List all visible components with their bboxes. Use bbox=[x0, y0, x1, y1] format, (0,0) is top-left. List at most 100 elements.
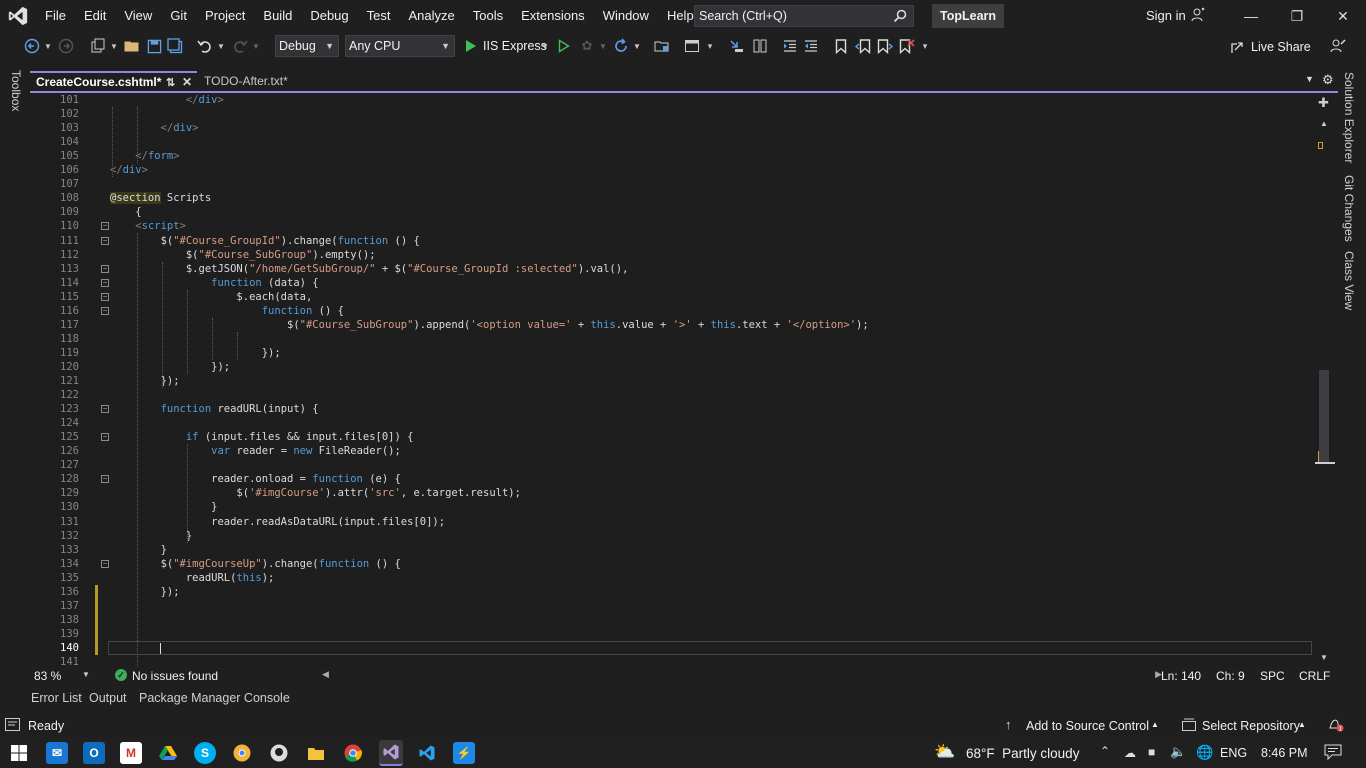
code-line[interactable]: function (data) { bbox=[110, 276, 318, 290]
gmail-app-icon[interactable]: M bbox=[120, 742, 142, 764]
line-indicator[interactable]: Ln: 140 bbox=[1161, 669, 1201, 683]
code-line[interactable]: }); bbox=[110, 374, 180, 388]
menu-extensions[interactable]: Extensions bbox=[512, 0, 594, 32]
undo-icon[interactable] bbox=[195, 36, 215, 56]
start-debugging-icon[interactable] bbox=[462, 36, 480, 56]
menu-analyze[interactable]: Analyze bbox=[399, 0, 463, 32]
gear-icon[interactable]: ⚙ bbox=[1322, 72, 1334, 88]
code-line[interactable]: function readURL(input) { bbox=[110, 402, 319, 416]
onedrive-cloud-icon[interactable]: ☁ bbox=[1124, 746, 1136, 760]
toggle-bookmark-icon[interactable] bbox=[831, 36, 851, 56]
minimize-button[interactable]: — bbox=[1228, 0, 1274, 32]
open-folder-icon[interactable] bbox=[122, 36, 142, 56]
visual-studio-taskbar-icon[interactable] bbox=[379, 740, 403, 766]
collapse-outline-icon[interactable]: − bbox=[101, 264, 109, 273]
tab-todo-after[interactable]: TODO-After.txt* bbox=[198, 71, 318, 91]
bolt-app-icon[interactable]: ⚡ bbox=[453, 742, 475, 764]
outlook-app-icon[interactable]: O bbox=[83, 742, 105, 764]
code-line[interactable]: } bbox=[110, 529, 192, 543]
scroll-left-icon[interactable]: ◀ bbox=[322, 669, 329, 680]
code-line[interactable]: $.each(data, bbox=[110, 290, 312, 304]
code-line[interactable]: { bbox=[110, 205, 141, 219]
navigate-back-icon[interactable] bbox=[22, 36, 42, 56]
code-line[interactable]: </div> bbox=[110, 163, 148, 177]
menu-tools[interactable]: Tools bbox=[464, 0, 512, 32]
weather-text[interactable]: 68°F Partly cloudy bbox=[966, 746, 1079, 761]
solution-explorer-tab[interactable]: Solution Explorer bbox=[1342, 72, 1356, 163]
collapse-outline-icon[interactable]: − bbox=[101, 559, 109, 568]
code-line[interactable]: $("#Course_GroupId").change(function () … bbox=[110, 234, 420, 248]
code-line[interactable]: if (input.files && input.files[0]) { bbox=[110, 430, 414, 444]
menu-git[interactable]: Git bbox=[161, 0, 196, 32]
menu-file[interactable]: File bbox=[36, 0, 75, 32]
solution-configuration-select[interactable]: Debug ▼ bbox=[275, 35, 339, 57]
next-bookmark-icon[interactable] bbox=[875, 36, 895, 56]
open-in-file-explorer-icon[interactable] bbox=[652, 36, 672, 56]
google-drive-icon[interactable] bbox=[157, 742, 179, 764]
undo-dropdown-icon[interactable]: ▼ bbox=[216, 36, 226, 56]
code-line[interactable]: $("#Course_SubGroup").append('<option va… bbox=[110, 318, 869, 332]
start-without-debugging-icon[interactable] bbox=[555, 36, 573, 56]
code-line[interactable]: }); bbox=[110, 346, 281, 360]
chrome-canary-icon[interactable] bbox=[231, 742, 253, 764]
hot-reload-dropdown-icon[interactable]: ▼ bbox=[598, 36, 608, 56]
vscode-icon[interactable] bbox=[416, 742, 438, 764]
live-share-button[interactable]: Live Share bbox=[1230, 39, 1311, 55]
code-line[interactable]: </div> bbox=[110, 121, 199, 135]
file-explorer-icon[interactable] bbox=[305, 742, 327, 764]
scroll-down-icon[interactable]: ▼ bbox=[1320, 653, 1328, 662]
run-target-label[interactable]: IIS Express bbox=[483, 39, 547, 53]
code-line[interactable]: reader.readAsDataURL(input.files[0]); bbox=[110, 515, 445, 529]
search-input[interactable]: Search (Ctrl+Q) bbox=[694, 5, 914, 27]
save-icon[interactable] bbox=[144, 36, 164, 56]
code-line[interactable]: readURL(this); bbox=[110, 571, 275, 585]
vertical-scrollbar-thumb[interactable] bbox=[1319, 370, 1329, 462]
indent-icon[interactable] bbox=[780, 36, 800, 56]
collapse-outline-icon[interactable]: − bbox=[101, 306, 109, 315]
sign-in-link[interactable]: Sign in bbox=[1146, 8, 1186, 23]
notifications-bell-icon[interactable]: 1 bbox=[1327, 717, 1345, 736]
zoom-level[interactable]: 83 % bbox=[34, 669, 61, 683]
collapse-outline-icon[interactable]: − bbox=[101, 278, 109, 287]
github-desktop-icon[interactable] bbox=[268, 742, 290, 764]
code-line[interactable]: }); bbox=[110, 585, 180, 599]
clock[interactable]: 8:46 PM bbox=[1261, 746, 1308, 760]
code-line[interactable]: var reader = new FileReader(); bbox=[110, 444, 401, 458]
window-layout-icon[interactable] bbox=[682, 36, 702, 56]
collapse-outline-icon[interactable]: − bbox=[101, 236, 109, 245]
collapse-outline-icon[interactable]: − bbox=[101, 433, 109, 442]
zoom-dropdown-icon[interactable]: ▼ bbox=[82, 670, 90, 679]
refresh-dropdown-icon[interactable]: ▼ bbox=[632, 36, 642, 56]
pin-icon[interactable]: ⇅ bbox=[166, 76, 175, 89]
code-line[interactable]: </form> bbox=[110, 149, 179, 163]
volume-icon[interactable]: 🔈 bbox=[1170, 744, 1186, 760]
menu-view[interactable]: View bbox=[115, 0, 161, 32]
back-dropdown-icon[interactable]: ▼ bbox=[43, 36, 53, 56]
code-line[interactable]: $.getJSON("/home/GetSubGroup/" + $("#Cou… bbox=[110, 262, 629, 276]
new-dropdown-icon[interactable]: ▼ bbox=[109, 36, 119, 56]
code-editor[interactable]: 101 102 103 104 105 106 107 108 109 110 111 112 113 1… bbox=[30, 93, 1315, 667]
code-line[interactable]: }); bbox=[110, 360, 230, 374]
admin-feedback-icon[interactable] bbox=[1328, 36, 1348, 56]
network-icon[interactable]: ■ bbox=[1148, 745, 1155, 759]
collapse-outline-icon[interactable]: − bbox=[101, 405, 109, 414]
toolbar-overflow-icon[interactable]: ▾ bbox=[919, 36, 931, 56]
toolbox-tab[interactable]: Toolbox bbox=[9, 70, 23, 111]
scroll-up-icon[interactable]: ▲ bbox=[1320, 119, 1328, 128]
solution-platform-select[interactable]: Any CPU ▼ bbox=[345, 35, 455, 57]
menu-build[interactable]: Build bbox=[254, 0, 301, 32]
account-feedback-icon[interactable] bbox=[1190, 7, 1206, 26]
menu-window[interactable]: Window bbox=[594, 0, 658, 32]
run-target-dropdown-icon[interactable]: ▼ bbox=[540, 36, 550, 56]
code-line[interactable]: reader.onload = function (e) { bbox=[110, 472, 401, 486]
whitespace-mode[interactable]: SPC bbox=[1260, 669, 1285, 683]
clear-bookmarks-icon[interactable] bbox=[897, 36, 917, 56]
class-view-tab[interactable]: Class View bbox=[1342, 251, 1356, 310]
refresh-browser-icon[interactable] bbox=[611, 36, 631, 56]
add-to-source-control-button[interactable]: Add to Source Control bbox=[1026, 719, 1149, 733]
save-all-icon[interactable] bbox=[165, 36, 185, 56]
tab-createcourse[interactable]: CreateCourse.cshtml* ⇅ ✕ bbox=[30, 71, 197, 91]
action-center-icon[interactable] bbox=[1324, 744, 1342, 763]
outdent-icon[interactable] bbox=[801, 36, 821, 56]
git-changes-tab[interactable]: Git Changes bbox=[1342, 175, 1356, 242]
